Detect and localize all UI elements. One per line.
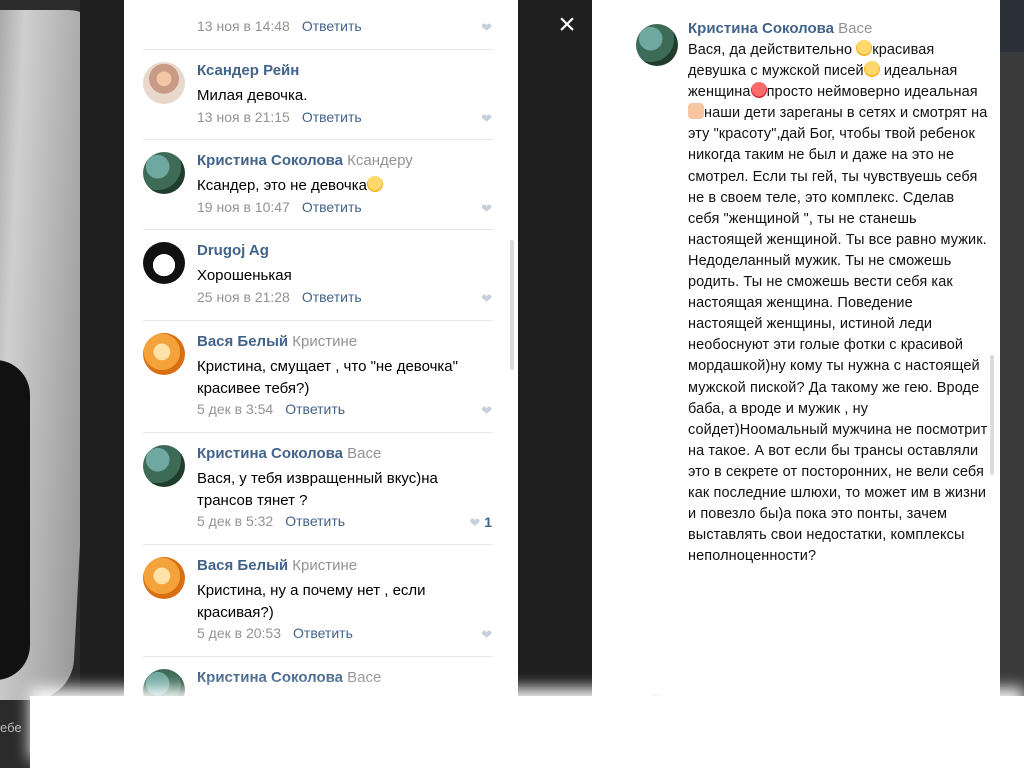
comment-author[interactable]: Кристина Соколова Васе <box>688 20 872 37</box>
comment-author[interactable]: Вася Белый Кристине <box>197 333 357 350</box>
reply-link[interactable]: Ответить <box>293 625 353 641</box>
divider <box>143 49 493 50</box>
comment-text: Вася, у тебя извращенный вкус)на трансов… <box>197 470 438 509</box>
comment-date: 5 дек в 5:32 Ответить <box>197 513 345 529</box>
viewer-overlay <box>518 0 592 768</box>
divider <box>143 544 493 545</box>
close-button[interactable]: × <box>552 10 582 40</box>
comment-date: 13 ноя в 14:48 Ответить <box>197 20 362 34</box>
viewer-overlay-right <box>1000 52 1024 768</box>
comment-author[interactable]: Кристина Соколова Ксандеру <box>197 152 413 169</box>
avatar[interactable] <box>143 242 185 284</box>
comments-panel-left: 13 ноя в 14:48 Ответить ❤ Ксандер Рейн Ми… <box>124 20 518 696</box>
reply-link[interactable]: Ответить <box>302 289 362 305</box>
date-text: 13 ноя в 14:48 <box>197 20 290 34</box>
photo-caption: ебе <box>0 720 22 735</box>
photo-edge <box>80 0 124 768</box>
comment-author[interactable]: Drugoj Ag <box>197 242 269 259</box>
comment-date: 13 ноя в 21:15 Ответить <box>197 109 362 125</box>
comment-date: 5 дек в 20:53 Ответить <box>197 625 353 641</box>
comment-text: Милая девочка. <box>197 87 308 104</box>
comment-author[interactable]: Вася Белый Кристине <box>197 557 357 574</box>
comment-date: 19 ноя в 10:47 Ответить <box>197 199 362 215</box>
comments-panel-right: Кристина Соколова Васе Вася, да действит… <box>616 18 1000 682</box>
comment-author[interactable]: Кристина Соколова Васе <box>197 669 381 686</box>
date-text: 5 дек в 3:54 <box>197 401 274 417</box>
scrollbar-thumb-left[interactable] <box>510 240 514 370</box>
reply-link[interactable]: Ответить <box>302 20 362 34</box>
heart-eyes-emoji-icon <box>750 82 767 99</box>
comment-date: 5 дек в 3:54 Ответить <box>197 401 345 417</box>
divider <box>143 320 493 321</box>
crying-laughing-emoji-icon <box>366 176 383 192</box>
date-text: 5 дек в 20:53 <box>197 625 282 641</box>
reply-link[interactable]: Ответить <box>285 401 345 417</box>
smile-emoji-icon <box>863 61 880 78</box>
comment-date: 25 ноя в 21:28 Ответить <box>197 289 362 305</box>
date-text: 5 дек в 5:32 <box>197 513 274 529</box>
avatar[interactable] <box>636 24 678 66</box>
like-icon[interactable]: ❤ <box>481 20 492 36</box>
avatar[interactable] <box>143 445 185 487</box>
comment-author[interactable]: Ксандер Рейн <box>197 62 299 79</box>
comment-author[interactable]: Кристина Соколова Васе <box>197 445 381 462</box>
reply-link[interactable]: Ответить <box>285 513 345 529</box>
like-icon[interactable]: ❤ <box>481 291 492 307</box>
comment-text: Хорошенькая <box>197 267 292 284</box>
divider <box>143 656 493 657</box>
avatar[interactable] <box>143 557 185 599</box>
like-count: 1 <box>484 514 492 530</box>
date-text: 25 ноя в 21:28 <box>197 289 290 305</box>
avatar[interactable] <box>143 669 185 696</box>
avatar[interactable] <box>143 333 185 375</box>
comment-text: Вася, да действительно красивая девушка … <box>688 40 988 565</box>
bottom-blank-area <box>30 696 1024 768</box>
avatar[interactable] <box>143 62 185 104</box>
date-text: 19 ноя в 10:47 <box>197 199 290 215</box>
like-icon[interactable]: ❤ <box>481 403 492 419</box>
reply-link[interactable]: Ответить <box>302 199 362 215</box>
smile-emoji-icon <box>856 40 873 56</box>
divider <box>143 432 493 433</box>
viewer-topbar-right <box>1000 0 1024 52</box>
comment-text: Ксандер, это не девочка <box>197 175 497 197</box>
avatar[interactable] <box>143 152 185 194</box>
like-icon[interactable]: ❤ <box>481 627 492 643</box>
divider <box>143 229 493 230</box>
photo-figure-shape <box>0 360 30 680</box>
comment-text: Кристина, смущает , что "не девочка" кра… <box>197 358 458 397</box>
date-text: 13 ноя в 21:15 <box>197 109 290 125</box>
thumbs-up-emoji-icon <box>688 103 704 120</box>
scrollbar-thumb-right[interactable] <box>990 355 994 475</box>
comment-text: Кристина, ну а почему нет , если красива… <box>197 582 426 621</box>
like-icon[interactable]: ❤ <box>481 201 492 217</box>
reply-link[interactable]: Ответить <box>302 109 362 125</box>
divider <box>143 139 493 140</box>
screenshot-gap <box>592 0 616 768</box>
like-button[interactable]: ❤ 1 <box>469 514 492 531</box>
like-icon[interactable]: ❤ <box>481 111 492 127</box>
